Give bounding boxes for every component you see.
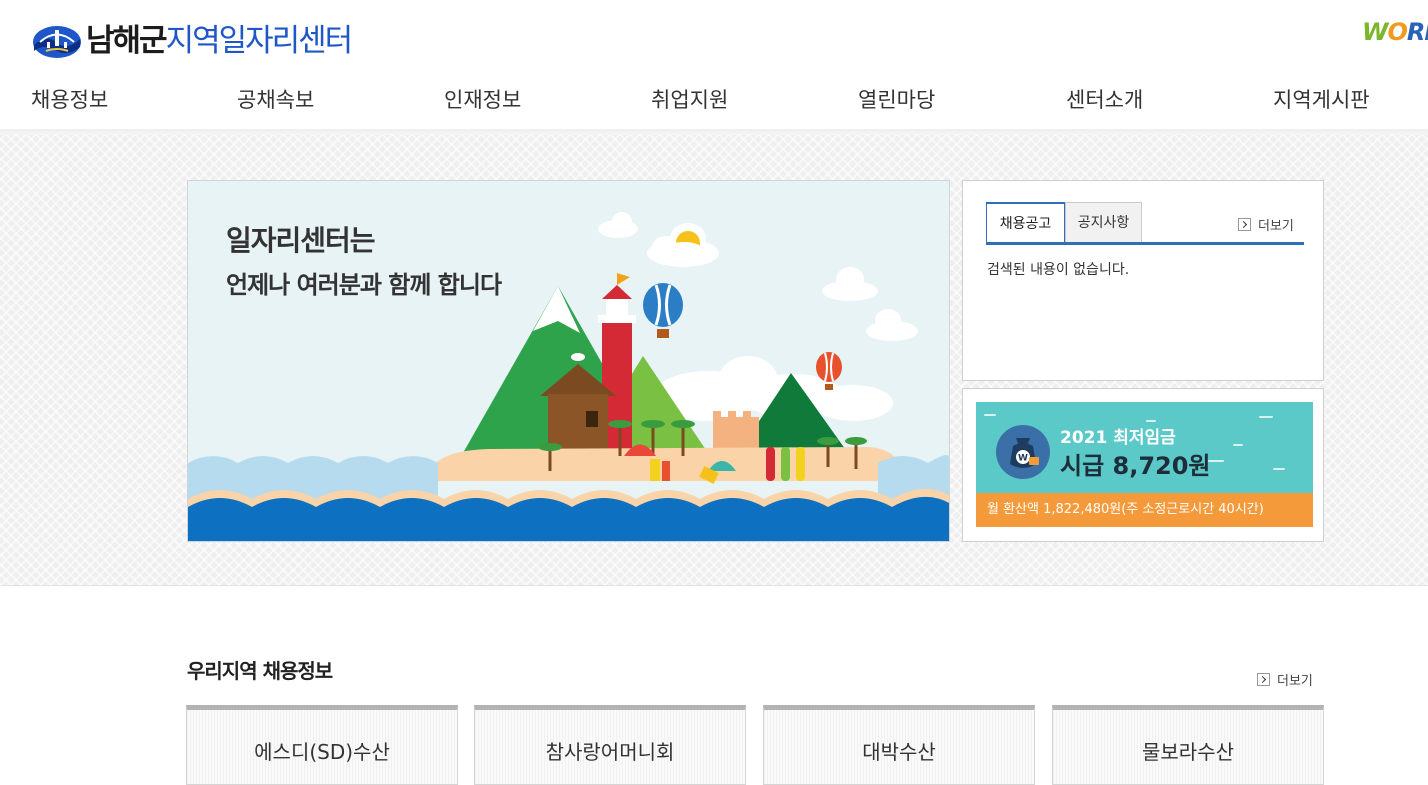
jobs-more-label: 더보기 [1277, 674, 1313, 689]
wage-monthly-note: 월 환산액 1,822,480원(주 소정근로시간 40시간) [976, 493, 1313, 527]
chevron-right-icon [1238, 218, 1251, 231]
nav-item-job-support[interactable]: 취업지원 [651, 84, 728, 116]
notice-more-label: 더보기 [1258, 219, 1294, 234]
banner-subtitle: 언제나 여러분과 함께 합니다 [226, 271, 502, 299]
worknet-logo[interactable]: WORK [1362, 18, 1428, 50]
decor-dash [984, 414, 996, 416]
nav-item-open-forum[interactable]: 열린마당 [858, 84, 935, 116]
wage-icon-symbol: W [1018, 454, 1028, 464]
nav-item-center-intro[interactable]: 센터소개 [1066, 84, 1143, 116]
namhae-emblem-icon [33, 26, 81, 58]
job-company-name: 참사랑어머니회 [545, 740, 675, 764]
minimum-wage-box: W 2021 최저임금 시급 8,720원 월 환산액 1,822,480원(주… [962, 388, 1324, 542]
notice-empty-message: 검색된 내용이 없습니다. [987, 262, 1130, 278]
worknet-logo-part1: W [1362, 18, 1389, 46]
logo-region-text: 남해군 [86, 23, 168, 59]
nav-item-public-recruit[interactable]: 공채속보 [237, 84, 314, 116]
worknet-logo-part2: O [1387, 18, 1407, 46]
main-banner[interactable]: 일자리센터는 언제나 여러분과 함께 합니다 [187, 180, 950, 542]
job-card[interactable]: 참사랑어머니회 [474, 705, 746, 785]
chevron-right-icon [1257, 673, 1270, 686]
job-card[interactable]: 물보라수산 [1052, 705, 1324, 785]
money-bag-icon: W [996, 425, 1050, 479]
nav-item-talent-info[interactable]: 인재정보 [444, 84, 521, 116]
decor-dash [1146, 420, 1156, 422]
tab-job-postings[interactable]: 채용공고 [986, 202, 1065, 242]
logo-title-text: 지역일자리센터 [165, 23, 354, 59]
local-jobs-title: 우리지역 채용정보 [187, 659, 333, 683]
site-header: 남해군지역일자리센터 WORK 채용정보 공채속보 인재정보 취업지원 열린마당… [0, 0, 1428, 135]
job-card[interactable]: 대박수산 [763, 705, 1035, 785]
wage-year-title: 2021 최저임금 [1060, 428, 1176, 448]
notice-box: 채용공고 공지사항 더보기 검색된 내용이 없습니다. [962, 180, 1324, 381]
tab-announcements[interactable]: 공지사항 [1065, 202, 1142, 242]
notice-more-link[interactable]: 더보기 [1238, 215, 1294, 234]
main-navigation: 채용정보 공채속보 인재정보 취업지원 열린마당 센터소개 지역게시판 [0, 84, 1428, 116]
job-company-name: 물보라수산 [1142, 740, 1234, 764]
decor-dash [1233, 444, 1243, 446]
job-card[interactable]: 에스디(SD)수산 [186, 705, 458, 785]
banner-title: 일자리센터는 [226, 224, 376, 257]
minimum-wage-banner[interactable]: W 2021 최저임금 시급 8,720원 월 환산액 1,822,480원(주… [976, 402, 1313, 527]
job-company-name: 에스디(SD)수산 [254, 740, 390, 764]
site-logo[interactable]: 남해군지역일자리센터 [32, 20, 354, 62]
job-company-name: 대박수산 [862, 740, 936, 764]
decor-dash [1259, 416, 1273, 418]
nav-item-local-board[interactable]: 지역게시판 [1273, 84, 1370, 116]
jobs-more-link[interactable]: 더보기 [1257, 670, 1313, 689]
nav-item-recruit-info[interactable]: 채용정보 [31, 84, 108, 116]
worknet-logo-part3: RK [1406, 18, 1428, 46]
wage-amount: 시급 8,720원 [1060, 452, 1211, 480]
decor-dash [1273, 468, 1285, 470]
